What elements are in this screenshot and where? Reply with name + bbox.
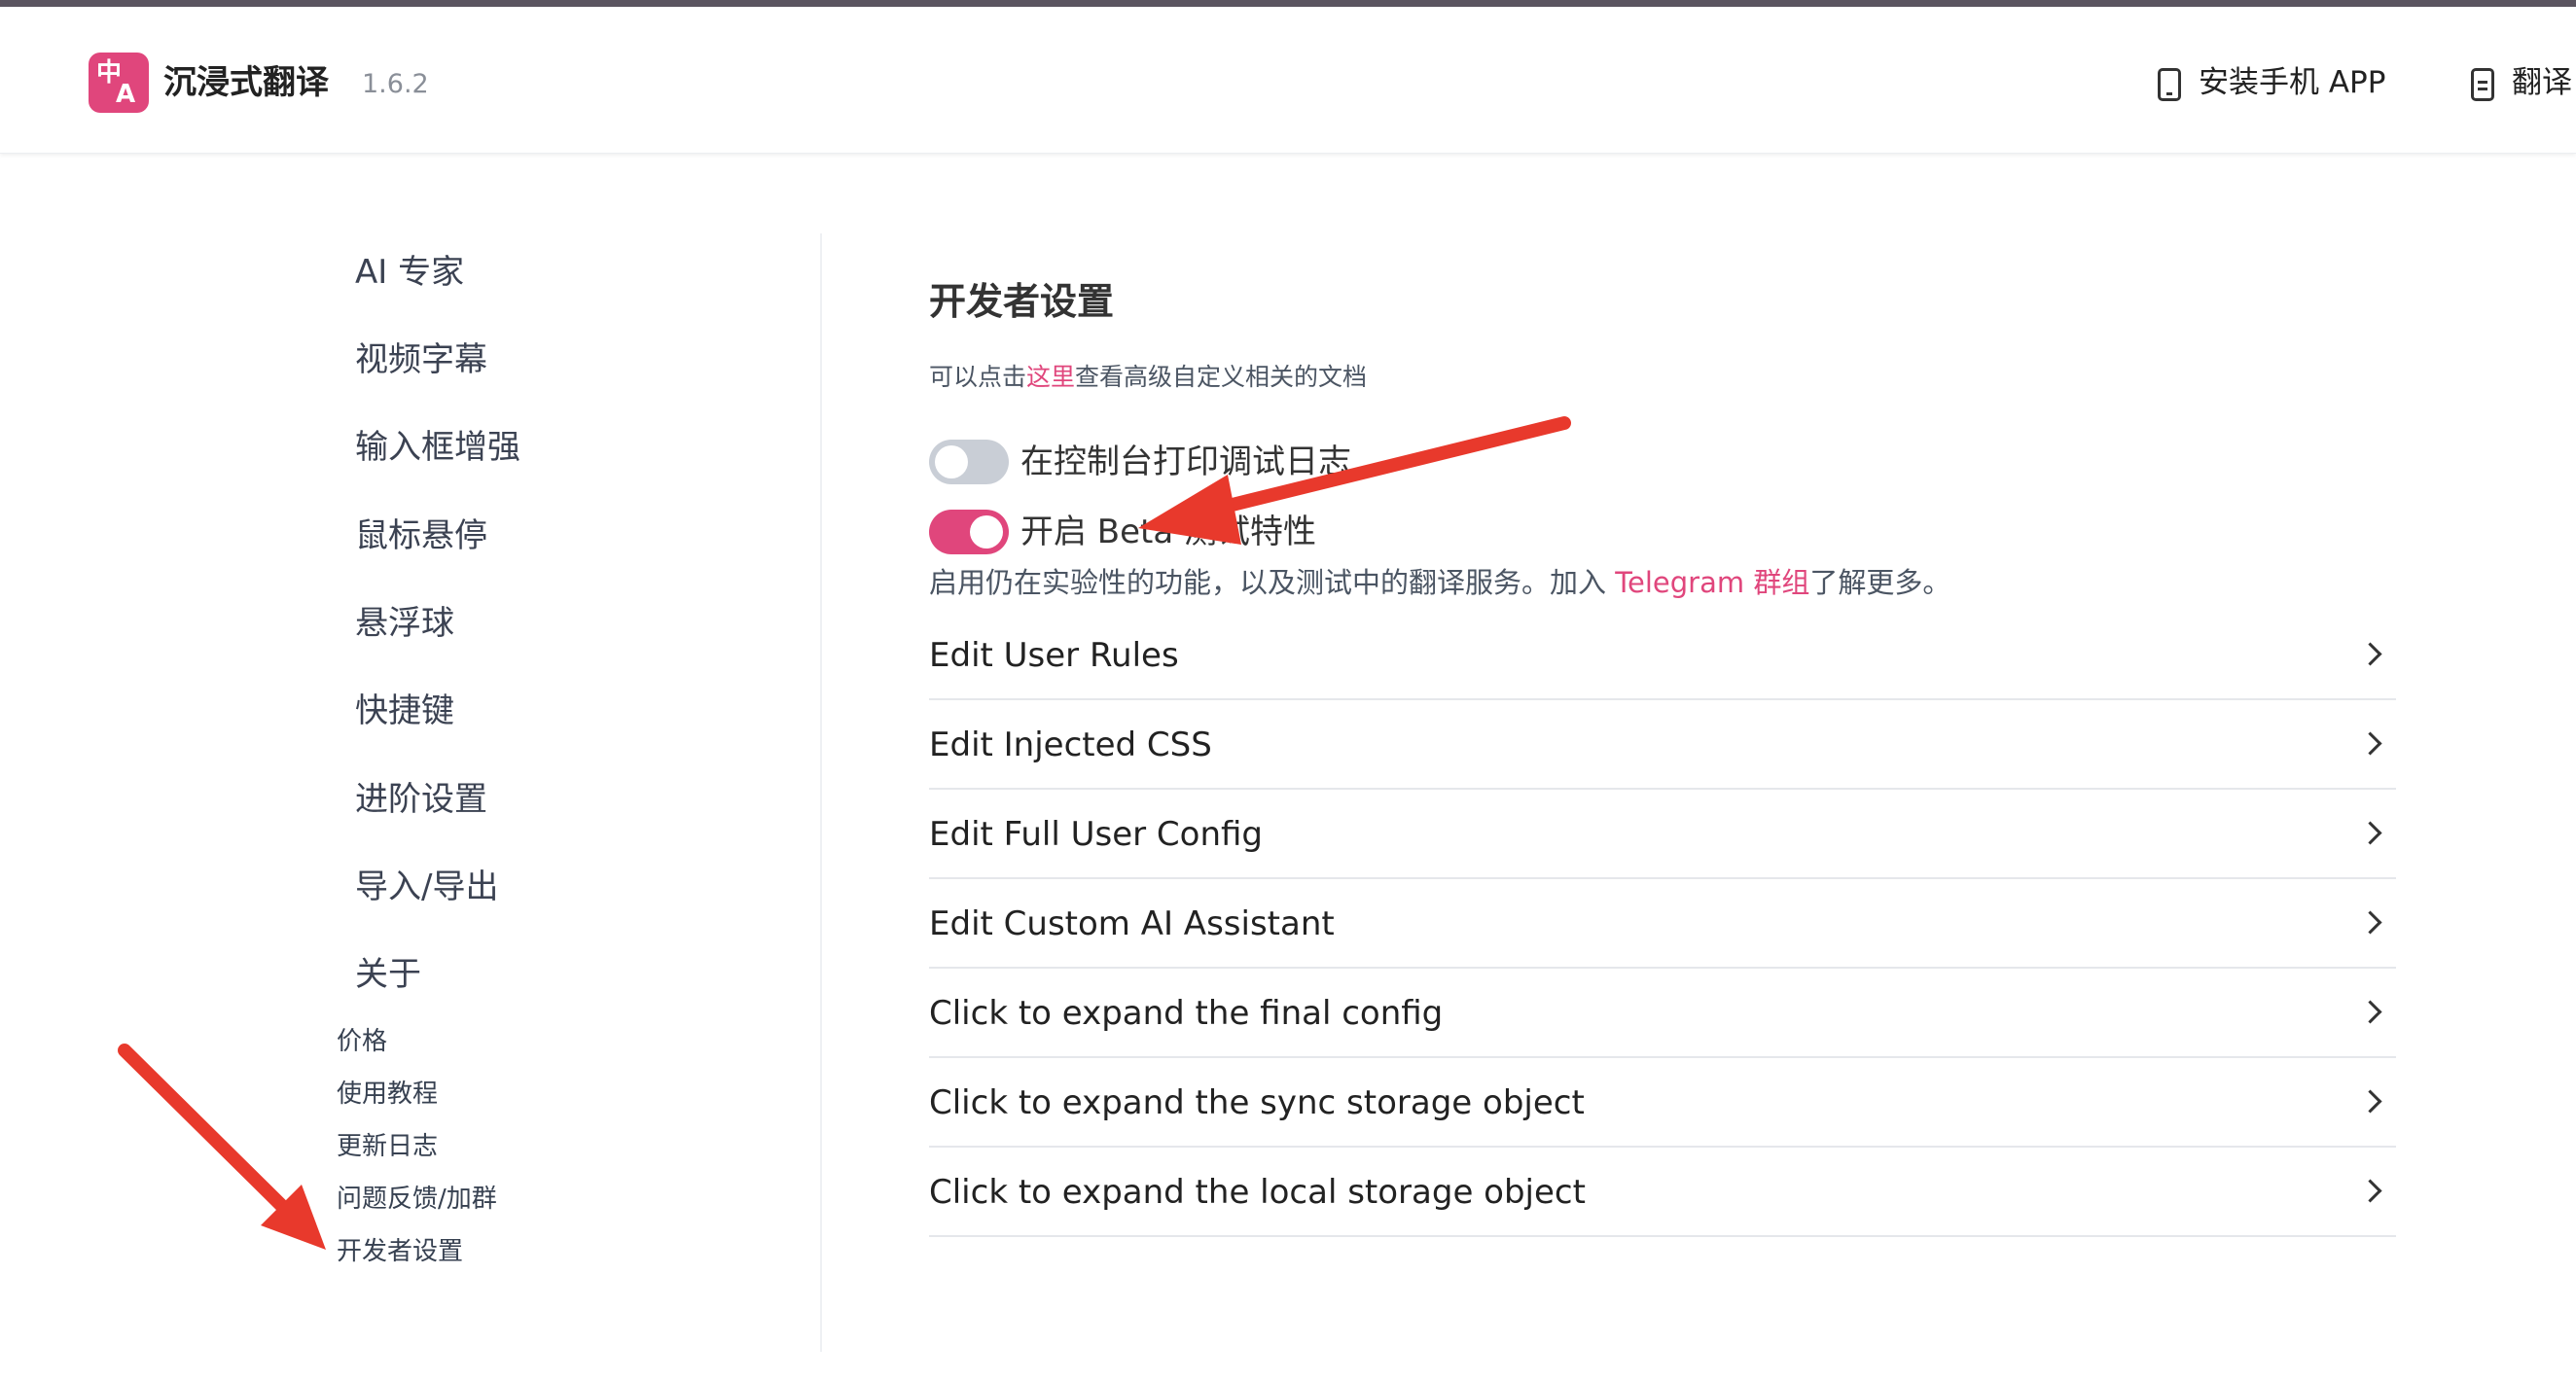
row-label: Click to expand the sync storage object bbox=[929, 1083, 1585, 1122]
sidebar-item-advanced[interactable]: 进阶设置 bbox=[355, 778, 487, 821]
settings-sidebar: AI 专家 视频字幕 输入框增强 鼠标悬停 悬浮球 快捷键 进阶设置 导入/导出… bbox=[0, 153, 819, 1381]
row-label: Click to expand the final config bbox=[929, 994, 1444, 1033]
sidebar-item-mouse-hover[interactable]: 鼠标悬停 bbox=[355, 514, 487, 557]
beta-desc-text-before: 启用仍在实验性的功能，以及测试中的翻译服务。加入 bbox=[929, 566, 1616, 599]
app-logo-icon: 中 A bbox=[89, 53, 149, 113]
row-label: Edit Full User Config bbox=[929, 815, 1263, 854]
page-title: 开发者设置 bbox=[929, 280, 1115, 323]
install-mobile-app-label: 安装手机 APP bbox=[2199, 65, 2386, 100]
edit-user-rules-row[interactable]: Edit User Rules bbox=[929, 609, 2396, 700]
edit-full-user-config-row[interactable]: Edit Full User Config bbox=[929, 788, 2396, 879]
row-label: Edit Custom AI Assistant bbox=[929, 904, 1335, 943]
expand-local-storage-row[interactable]: Click to expand the local storage object bbox=[929, 1146, 2396, 1237]
docs-hint-text-after: 查看高级自定义相关的文档 bbox=[1075, 363, 1368, 391]
telegram-group-link[interactable]: Telegram 群组 bbox=[1615, 566, 1809, 599]
toggle-knob bbox=[970, 515, 1003, 549]
chevron-right-icon bbox=[2358, 1000, 2382, 1024]
translate-doc-label: 翻译 bbox=[2512, 65, 2572, 100]
row-label: Edit User Rules bbox=[929, 636, 1179, 675]
docs-hint-text-before: 可以点击 bbox=[929, 363, 1027, 391]
app-name: 沉浸式翻译 bbox=[163, 63, 329, 102]
chevron-right-icon bbox=[2358, 731, 2382, 756]
install-mobile-app-link[interactable]: 安装手机 APP bbox=[2158, 63, 2385, 102]
developer-settings-panel: 开发者设置 可以点击这里查看高级自定义相关的文档 在控制台打印调试日志 开启 B… bbox=[929, 233, 2398, 1303]
expand-sync-storage-row[interactable]: Click to expand the sync storage object bbox=[929, 1056, 2396, 1148]
chevron-right-icon bbox=[2358, 1179, 2382, 1203]
sidebar-item-about[interactable]: 关于 bbox=[355, 953, 421, 996]
debug-log-label: 在控制台打印调试日志 bbox=[1020, 443, 1351, 481]
row-label: Click to expand the local storage object bbox=[929, 1173, 1586, 1212]
sidebar-item-input-enhance[interactable]: 输入框增强 bbox=[355, 426, 520, 469]
app-version: 1.6.2 bbox=[362, 69, 429, 99]
chevron-right-icon bbox=[2358, 910, 2382, 935]
sidebar-item-changelog[interactable]: 更新日志 bbox=[337, 1130, 438, 1163]
toggle-knob bbox=[935, 445, 968, 478]
chevron-right-icon bbox=[2358, 821, 2382, 845]
row-label: Edit Injected CSS bbox=[929, 726, 1212, 764]
debug-log-toggle[interactable] bbox=[929, 440, 1009, 484]
document-icon bbox=[2471, 67, 2494, 101]
sidebar-item-ai-expert[interactable]: AI 专家 bbox=[355, 251, 464, 294]
edit-injected-css-row[interactable]: Edit Injected CSS bbox=[929, 698, 2396, 790]
sidebar-item-import-export[interactable]: 导入/导出 bbox=[355, 866, 498, 908]
beta-desc-text-after: 了解更多。 bbox=[1809, 566, 1951, 599]
expand-final-config-row[interactable]: Click to expand the final config bbox=[929, 967, 2396, 1058]
beta-features-label: 开启 Beta 测试特性 bbox=[1020, 513, 1317, 551]
beta-description: 启用仍在实验性的功能，以及测试中的翻译服务。加入 Telegram 群组了解更多… bbox=[929, 564, 1950, 601]
chevron-right-icon bbox=[2358, 642, 2382, 666]
sidebar-item-tutorial[interactable]: 使用教程 bbox=[337, 1078, 438, 1111]
sidebar-item-pricing[interactable]: 价格 bbox=[337, 1025, 387, 1058]
sidebar-item-developer-settings[interactable]: 开发者设置 bbox=[337, 1235, 463, 1268]
window-top-strip bbox=[0, 0, 2576, 7]
sidebar-divider bbox=[820, 233, 822, 1352]
sidebar-item-shortcuts[interactable]: 快捷键 bbox=[355, 690, 454, 732]
logo-glyph-a: A bbox=[116, 80, 136, 109]
phone-icon bbox=[2158, 67, 2181, 101]
docs-hint: 可以点击这里查看高级自定义相关的文档 bbox=[929, 362, 1367, 393]
docs-link[interactable]: 这里 bbox=[1026, 363, 1075, 391]
app-header: 中 A 沉浸式翻译 1.6.2 安装手机 APP 翻译 bbox=[0, 7, 2576, 154]
sidebar-item-feedback[interactable]: 问题反馈/加群 bbox=[337, 1183, 497, 1216]
translate-doc-link[interactable]: 翻译 bbox=[2471, 63, 2572, 102]
chevron-right-icon bbox=[2358, 1089, 2382, 1114]
sidebar-item-floating-ball[interactable]: 悬浮球 bbox=[355, 602, 454, 645]
sidebar-item-video-subtitles[interactable]: 视频字幕 bbox=[355, 338, 487, 381]
edit-custom-ai-assistant-row[interactable]: Edit Custom AI Assistant bbox=[929, 877, 2396, 969]
beta-features-toggle[interactable] bbox=[929, 510, 1009, 554]
